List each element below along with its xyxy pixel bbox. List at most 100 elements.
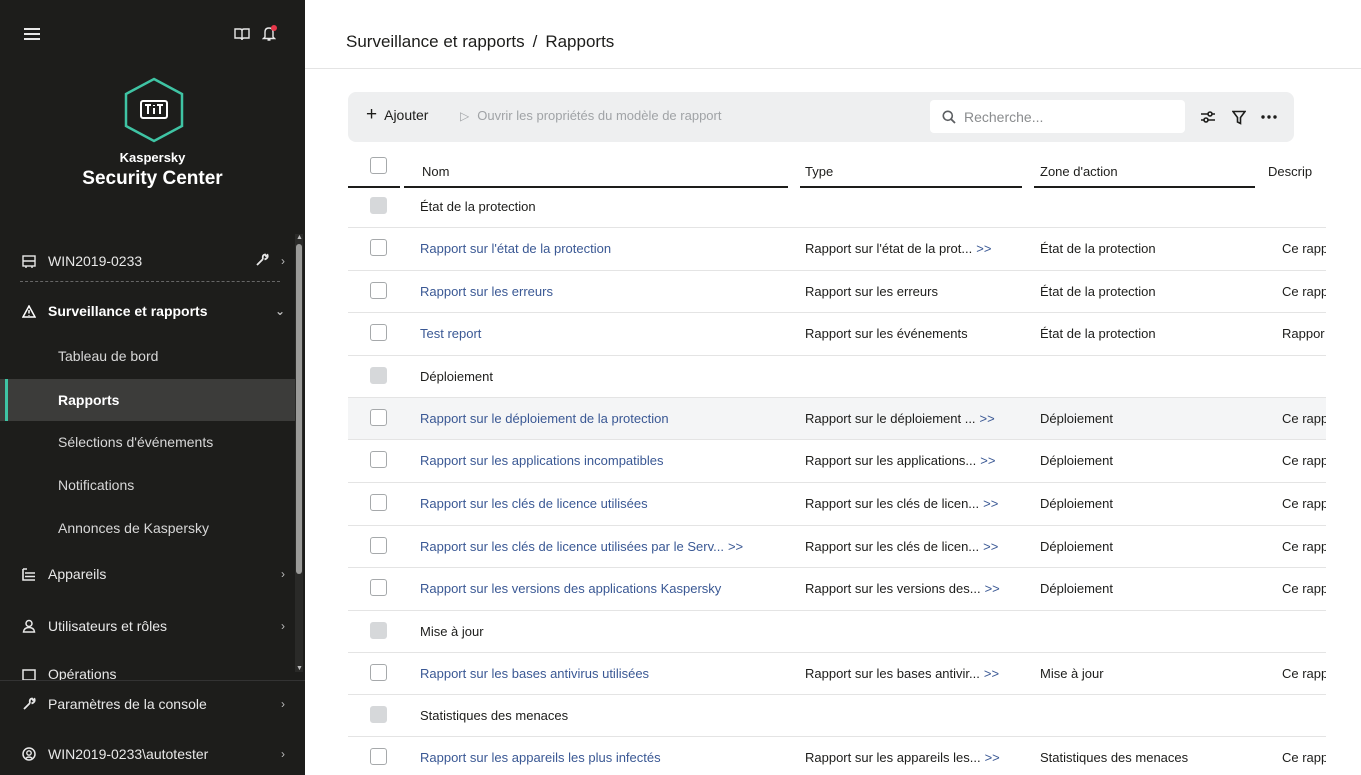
book-icon[interactable] bbox=[234, 27, 250, 45]
sidebar-item-user[interactable]: WIN2019-0233\autotester › bbox=[0, 733, 295, 775]
add-button[interactable]: + Ajouter bbox=[366, 104, 428, 125]
report-name-link[interactable]: Rapport sur les versions des application… bbox=[420, 581, 796, 596]
sidebar-item-notifications[interactable]: Notifications bbox=[0, 464, 295, 506]
plus-icon: + bbox=[366, 104, 378, 125]
sidebar-item-devices[interactable]: Appareils › bbox=[0, 553, 295, 595]
row-checkbox[interactable] bbox=[370, 239, 387, 256]
scrollbar-thumb[interactable] bbox=[296, 244, 302, 574]
table-group-row: Mise à jour bbox=[348, 611, 1326, 653]
column-header-zone[interactable]: Zone d'action bbox=[1040, 164, 1118, 179]
expand-button[interactable]: >> bbox=[983, 496, 998, 511]
report-name-text: Test report bbox=[420, 326, 482, 342]
table-row[interactable]: Rapport sur les appareils les plus infec… bbox=[348, 737, 1326, 775]
report-name-link[interactable]: Rapport sur les clés de licence utilisée… bbox=[420, 539, 796, 554]
report-name-link[interactable]: Rapport sur les clés de licence utilisée… bbox=[420, 496, 796, 511]
table-row[interactable]: Rapport sur les versions des application… bbox=[348, 568, 1326, 611]
report-type-text: Rapport sur l'état de la prot... bbox=[805, 241, 973, 256]
report-name-link[interactable]: Rapport sur les bases antivirus utilisée… bbox=[420, 666, 796, 681]
breadcrumb-separator: / bbox=[532, 32, 538, 51]
table-row[interactable]: Test report Rapport sur les événements Éta… bbox=[348, 313, 1326, 356]
scroll-up-icon[interactable]: ▲ bbox=[296, 234, 303, 241]
report-zone: État de la protection bbox=[1040, 326, 1156, 342]
breadcrumb-parent[interactable]: Surveillance et rapports bbox=[346, 32, 525, 51]
sidebar-item-users-roles[interactable]: Utilisateurs et rôles › bbox=[0, 605, 295, 647]
table-row[interactable]: Rapport sur les clés de licence utilisée… bbox=[348, 526, 1326, 569]
report-zone: Déploiement bbox=[1040, 581, 1113, 597]
report-name-text: Rapport sur les clés de licence utilisée… bbox=[420, 495, 648, 511]
report-name-text: Rapport sur les appareils les plus infec… bbox=[420, 750, 661, 766]
table-row[interactable]: Rapport sur les bases antivirus utilisée… bbox=[348, 653, 1326, 696]
row-checkbox[interactable] bbox=[370, 408, 387, 426]
report-type-text: Rapport sur les événements bbox=[805, 326, 968, 342]
open-properties-label: Ouvrir les propriétés du modèle de rappo… bbox=[477, 108, 722, 123]
report-type: Rapport sur les applications... >> bbox=[805, 453, 1033, 468]
menu-icon[interactable] bbox=[24, 28, 40, 40]
table-row[interactable]: Rapport sur les applications incompatibl… bbox=[348, 440, 1326, 483]
report-type-text: Rapport sur les clés de licen... bbox=[805, 538, 980, 554]
sidebar-item-console-settings[interactable]: Paramètres de la console › bbox=[0, 683, 295, 725]
devices-icon bbox=[20, 565, 38, 583]
report-name-link[interactable]: Rapport sur les appareils les plus infec… bbox=[420, 750, 796, 765]
report-name-link[interactable]: Test report bbox=[420, 326, 796, 341]
row-checkbox[interactable] bbox=[370, 451, 387, 469]
expand-button[interactable]: >> bbox=[728, 539, 743, 554]
report-description: Ce rapp bbox=[1282, 581, 1326, 597]
report-name-link[interactable]: Rapport sur les applications incompatibl… bbox=[420, 453, 796, 468]
expand-button[interactable]: >> bbox=[976, 241, 991, 256]
row-checkbox[interactable] bbox=[370, 579, 387, 597]
chevron-right-icon: › bbox=[281, 619, 285, 633]
sidebar-item-label: Surveillance et rapports bbox=[48, 303, 208, 319]
server-selector[interactable]: WIN2019-0233 › bbox=[0, 240, 295, 282]
scroll-down-icon[interactable]: ▼ bbox=[296, 665, 303, 672]
sidebar-item-label: WIN2019-0233\autotester bbox=[48, 746, 209, 762]
select-all-checkbox[interactable] bbox=[370, 157, 387, 174]
sidebar-item-event-selections[interactable]: Sélections d'événements bbox=[0, 421, 295, 463]
expand-button[interactable]: >> bbox=[985, 750, 1000, 765]
open-properties-button[interactable]: ▷ Ouvrir les propriétés du modèle de rap… bbox=[460, 108, 721, 123]
wrench-icon[interactable] bbox=[255, 253, 269, 270]
expand-button[interactable]: >> bbox=[985, 581, 1000, 596]
report-description: Ce rapp bbox=[1282, 665, 1326, 681]
report-name-link[interactable]: Rapport sur le déploiement de la protect… bbox=[420, 411, 796, 426]
sidebar-item-label: Paramètres de la console bbox=[48, 696, 207, 712]
report-name-link[interactable]: Rapport sur l'état de la protection bbox=[420, 241, 796, 256]
brand-company: Kaspersky bbox=[119, 150, 186, 165]
column-header-type[interactable]: Type bbox=[805, 164, 833, 179]
sidebar-item-operations[interactable]: Opérations bbox=[0, 656, 295, 680]
search-input[interactable] bbox=[964, 108, 1154, 125]
expand-button[interactable]: >> bbox=[984, 666, 999, 681]
report-type: Rapport sur le déploiement ... >> bbox=[805, 411, 1033, 426]
sidebar-item-announcements[interactable]: Annonces de Kaspersky bbox=[0, 507, 295, 549]
sidebar-item-surveillance[interactable]: Surveillance et rapports ⌄ bbox=[0, 290, 295, 332]
sidebar-item-dashboard[interactable]: Tableau de bord bbox=[0, 335, 295, 377]
expand-button[interactable]: >> bbox=[980, 411, 995, 426]
filter-icon[interactable] bbox=[1230, 108, 1248, 126]
sidebar-scrollbar[interactable]: ▲ ▼ bbox=[295, 234, 303, 672]
app-root: Kaspersky Security Center WIN2019-0233 ›… bbox=[0, 0, 1361, 775]
expand-button[interactable]: >> bbox=[983, 539, 998, 554]
brand-product: Security Center bbox=[82, 168, 223, 189]
expand-button[interactable]: >> bbox=[980, 453, 995, 468]
report-description: Ce rapp bbox=[1282, 538, 1326, 554]
report-name-link[interactable]: Rapport sur les erreurs bbox=[420, 284, 796, 299]
table-row[interactable]: Rapport sur les clés de licence utilisée… bbox=[348, 483, 1326, 526]
row-checkbox[interactable] bbox=[370, 324, 387, 342]
column-header-name[interactable]: Nom bbox=[422, 164, 449, 179]
bell-icon[interactable] bbox=[261, 25, 277, 42]
column-header-description[interactable]: Descrip bbox=[1268, 164, 1326, 179]
sidebar-item-reports[interactable]: Rapports bbox=[0, 379, 295, 421]
table-row[interactable]: Rapport sur les erreurs Rapport sur les e… bbox=[348, 271, 1326, 314]
sidebar-item-label: Appareils bbox=[48, 566, 107, 582]
sliders-icon[interactable] bbox=[1199, 108, 1217, 126]
report-zone: Déploiement bbox=[1040, 453, 1113, 469]
table-row[interactable]: Rapport sur le déploiement de la protect… bbox=[348, 397, 1326, 441]
row-checkbox[interactable] bbox=[370, 493, 387, 511]
table-row[interactable]: Rapport sur l'état de la protection Rappo… bbox=[348, 228, 1326, 271]
row-checkbox[interactable] bbox=[370, 536, 387, 554]
more-icon[interactable] bbox=[1260, 108, 1278, 126]
row-checkbox[interactable] bbox=[370, 281, 387, 299]
sidebar-item-label: Sélections d'événements bbox=[58, 434, 214, 450]
row-checkbox[interactable] bbox=[370, 663, 387, 681]
search-box[interactable] bbox=[930, 100, 1185, 133]
row-checkbox[interactable] bbox=[370, 748, 387, 766]
